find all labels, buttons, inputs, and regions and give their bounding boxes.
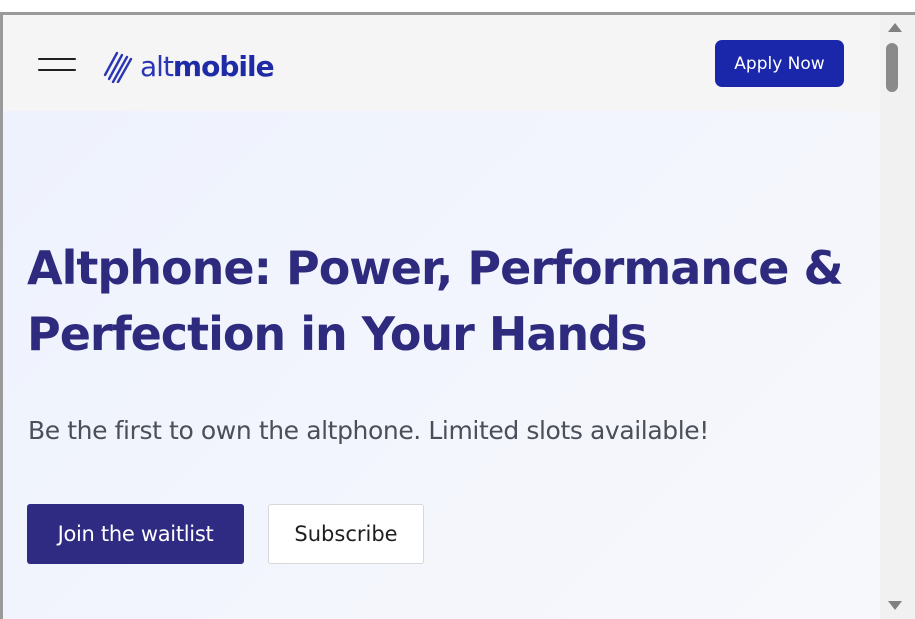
- site-header: altmobile Apply Now: [3, 15, 880, 111]
- logo-stripes-icon: [103, 51, 133, 83]
- triangle-down-icon[interactable]: [888, 601, 902, 610]
- subscribe-button[interactable]: Subscribe: [268, 504, 424, 564]
- apply-now-button[interactable]: Apply Now: [715, 40, 844, 87]
- vertical-scrollbar[interactable]: [880, 15, 915, 619]
- browser-viewport: altmobile Apply Now Altphone: Power, Per…: [0, 12, 915, 619]
- hero-section: Altphone: Power, Performance & Perfectio…: [3, 111, 880, 619]
- scroll-thumb[interactable]: [886, 43, 898, 92]
- join-waitlist-button[interactable]: Join the waitlist: [27, 504, 244, 564]
- hero-subtitle: Be the first to own the altphone. Limite…: [28, 416, 709, 445]
- logo-wordmark: altmobile: [140, 49, 275, 83]
- altmobile-logo[interactable]: altmobile: [103, 46, 275, 86]
- hamburger-menu-icon[interactable]: [38, 55, 76, 77]
- hero-title: Altphone: Power, Performance & Perfectio…: [27, 241, 844, 361]
- triangle-up-icon[interactable]: [888, 23, 902, 32]
